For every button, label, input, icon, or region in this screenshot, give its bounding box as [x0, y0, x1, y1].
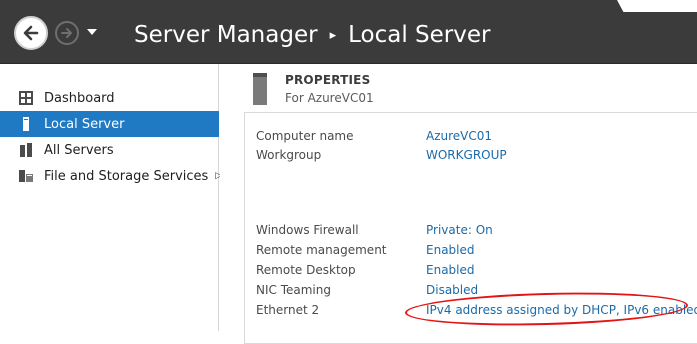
title-bar: Server Manager ▸ Local Server — [0, 0, 697, 64]
file-storage-icon — [19, 170, 33, 182]
property-value-link[interactable]: Disabled — [426, 281, 478, 299]
sidebar-item-dashboard[interactable]: Dashboard — [0, 85, 219, 111]
sidebar-item-file-storage[interactable]: File and Storage Services ▷ — [0, 163, 222, 189]
property-value-link[interactable]: Private: On — [426, 221, 493, 239]
sidebar-item-local-server[interactable]: Local Server — [0, 111, 219, 137]
sidebar-item-all-servers[interactable]: All Servers — [0, 137, 219, 163]
forward-arrow-icon — [61, 28, 72, 38]
property-key: Computer name — [256, 129, 354, 143]
breadcrumb-root[interactable]: Server Manager — [134, 22, 318, 48]
local-server-icon — [23, 117, 29, 131]
property-value-link[interactable]: Enabled — [426, 261, 475, 279]
forward-button[interactable] — [55, 21, 79, 45]
properties-subtitle: For AzureVC01 — [285, 91, 374, 105]
properties-pane: PROPERTIES For AzureVC01 Computer name A… — [220, 64, 697, 344]
property-value-link[interactable]: Enabled — [426, 241, 475, 259]
history-dropdown-button[interactable] — [86, 27, 98, 37]
property-key: Remote management — [256, 243, 387, 257]
server-icon — [253, 73, 267, 105]
properties-title: PROPERTIES — [285, 73, 371, 87]
back-arrow-icon — [23, 25, 39, 41]
chevron-down-icon — [87, 29, 97, 35]
property-key: Ethernet 2 — [256, 303, 320, 317]
dashboard-icon — [19, 91, 33, 105]
breadcrumb: Server Manager ▸ Local Server — [134, 18, 490, 52]
breadcrumb-current: Local Server — [348, 22, 491, 48]
property-key: Windows Firewall — [256, 223, 359, 237]
property-key: Remote Desktop — [256, 263, 356, 277]
sidebar-item-label: Local Server — [44, 116, 125, 132]
sidebar-item-label: File and Storage Services — [44, 168, 209, 184]
back-button[interactable] — [14, 16, 48, 50]
property-key: NIC Teaming — [256, 283, 331, 297]
title-bar-corner — [617, 0, 697, 12]
breadcrumb-separator-icon: ▸ — [329, 28, 337, 43]
property-value-link[interactable]: AzureVC01 — [426, 127, 492, 145]
property-value-link[interactable]: WORKGROUP — [426, 146, 507, 164]
property-key: Workgroup — [256, 148, 322, 162]
sidebar: Dashboard Local Server All Servers File … — [0, 64, 222, 331]
all-servers-icon — [20, 143, 32, 157]
sidebar-item-label: All Servers — [44, 142, 114, 158]
sidebar-item-label: Dashboard — [44, 90, 115, 106]
